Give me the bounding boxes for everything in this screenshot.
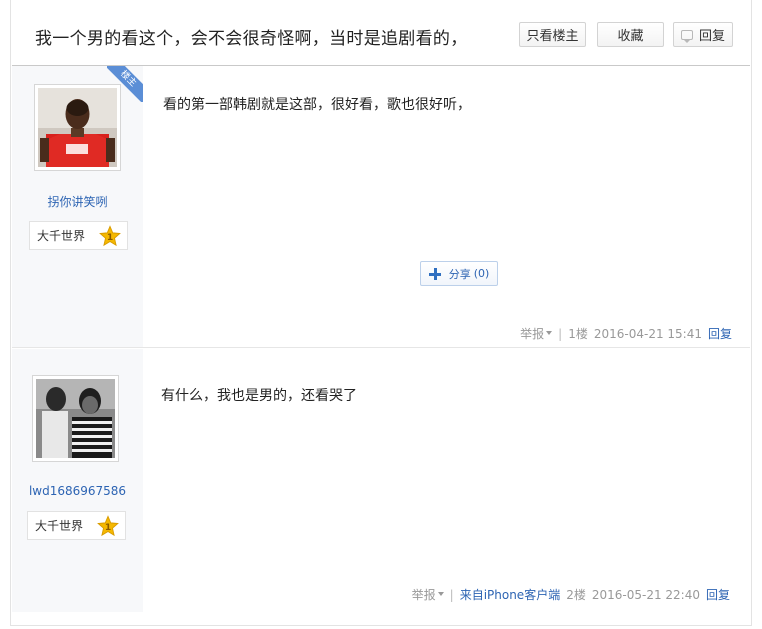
avatar-photo-icon [36, 379, 115, 458]
report-link[interactable]: 举报 [412, 586, 436, 603]
level-badge[interactable]: 大千世界 1 [27, 511, 126, 540]
post-reply-link[interactable]: 回复 [706, 586, 730, 603]
username-link[interactable]: lwd1686967586 [12, 484, 143, 498]
share-count: (0) [473, 267, 490, 280]
client-source-link[interactable]: 来自iPhone客户端 [460, 586, 561, 603]
post-content: 有什么，我也是男的，还看哭了 [161, 388, 357, 404]
reply-button[interactable]: 回复 [673, 22, 733, 47]
only-op-label: 只看楼主 [526, 29, 579, 44]
post-reply-link[interactable]: 回复 [708, 325, 732, 342]
post-meta: 举报 | 1楼 2016-04-21 15:41 回复 [520, 325, 732, 342]
floor-number: 1楼 [568, 327, 588, 341]
meta-separator: | [449, 587, 454, 602]
avatar[interactable] [32, 375, 119, 462]
chevron-down-icon[interactable] [437, 592, 444, 596]
avatar-photo-icon [38, 88, 117, 167]
plus-icon [428, 267, 441, 280]
only-op-button[interactable]: 只看楼主 [519, 22, 586, 47]
reply-label: 回复 [698, 29, 725, 44]
avatar-image [36, 379, 115, 458]
post-datetime: 2016-05-21 22:40 [591, 587, 700, 602]
share-label: 分享 [448, 267, 471, 281]
badge-label: 大千世界 [37, 229, 86, 243]
op-ribbon-label: 楼主 [107, 66, 143, 102]
share-button[interactable]: 分享 (0) [420, 261, 498, 286]
author-column: 拐你讲笑咧 大千世界 1 [12, 66, 143, 347]
favorite-button[interactable]: 收藏 [597, 22, 664, 47]
badge-label: 大千世界 [35, 519, 84, 533]
post-content: 看的第一部韩剧就是这部，很好看，歌也很好听， [163, 97, 471, 113]
post-meta: 举报 | 来自iPhone客户端 2楼 2016-05-21 22:40 回复 [412, 586, 730, 603]
report-link[interactable]: 举报 [520, 325, 544, 342]
post-2: lwd1686967586 大千世界 1 有什么，我也是男的，还看哭了 举报 |… [12, 349, 750, 612]
post-datetime: 2016-04-21 15:41 [593, 326, 702, 341]
author-column: lwd1686967586 大千世界 1 [12, 349, 143, 612]
username-link[interactable]: 拐你讲笑咧 [12, 193, 143, 210]
comment-icon [680, 29, 693, 43]
op-ribbon: 楼主 [107, 66, 143, 102]
chevron-down-icon[interactable] [546, 331, 553, 335]
level-badge[interactable]: 大千世界 1 [29, 221, 128, 250]
badge-level-number: 1 [105, 522, 111, 533]
star-level-icon: 1 [97, 515, 119, 537]
meta-separator: | [558, 326, 563, 341]
badge-level-number: 1 [107, 232, 113, 243]
floor-number: 2楼 [566, 588, 586, 602]
favorite-label: 收藏 [617, 29, 644, 44]
thread-header: 我一个男的看这个，会不会很奇怪啊，当时是追剧看的， 只看楼主 收藏 回复 [12, 0, 750, 66]
avatar-image [38, 88, 117, 167]
thread-title: 我一个男的看这个，会不会很奇怪啊，当时是追剧看的， [35, 29, 468, 49]
post-1: 拐你讲笑咧 大千世界 1 楼主 看的第一部韩剧就是这部，很好看，歌也很好听， 分… [12, 66, 750, 348]
star-level-icon: 1 [99, 225, 121, 247]
